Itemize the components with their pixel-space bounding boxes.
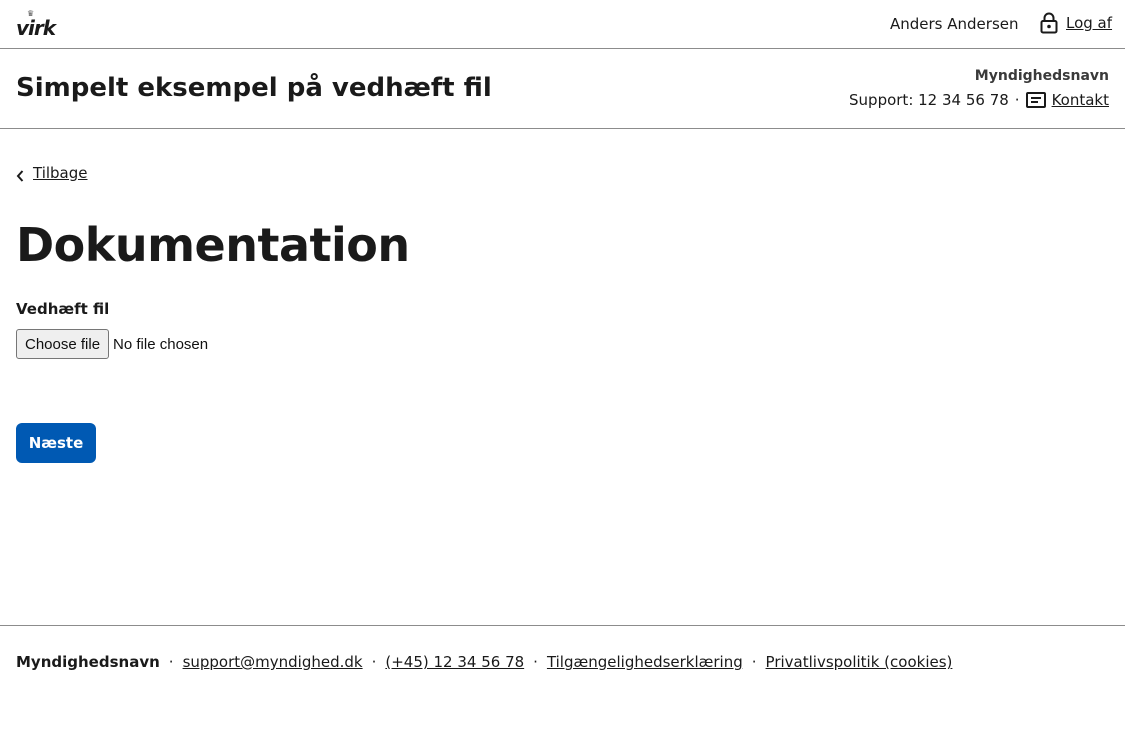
- footer-separator: ·: [533, 653, 538, 671]
- support-line: Support: 12 34 56 78 · Kontakt: [849, 91, 1109, 109]
- footer-link-email[interactable]: support@myndighed.dk: [183, 653, 363, 671]
- footer-separator: ·: [168, 653, 174, 671]
- choose-file-button[interactable]: Choose file: [16, 329, 110, 359]
- file-field-label: Vedhæft fil: [16, 300, 110, 318]
- support-text: Support: 12 34 56 78: [849, 91, 1009, 109]
- app-header: Simpelt eksempel på vedhæft fil Myndighe…: [0, 49, 1125, 129]
- authority-name: Myndighedsnavn: [974, 68, 1109, 84]
- file-input[interactable]: Choose file No file chosen: [16, 329, 208, 359]
- footer-separator: ·: [751, 653, 757, 671]
- contact-card-icon: [1025, 92, 1046, 108]
- footer-links: Myndighedsnavn · support@myndighed.dk · …: [16, 653, 952, 671]
- next-button[interactable]: Næste: [16, 423, 96, 463]
- separator-dot: ·: [1014, 91, 1020, 109]
- footer: Myndighedsnavn · support@myndighed.dk · …: [0, 625, 1125, 745]
- chevron-left-icon: [16, 167, 24, 182]
- file-status: No file chosen: [113, 335, 209, 353]
- footer-link-phone[interactable]: (+45) 12 34 56 78: [385, 653, 524, 671]
- app-title: Simpelt eksempel på vedhæft fil: [16, 73, 492, 103]
- back-link[interactable]: Tilbage: [33, 164, 88, 182]
- logout-button[interactable]: Log af: [1040, 12, 1112, 34]
- footer-separator: ·: [371, 653, 377, 671]
- user-name: Anders Andersen: [890, 15, 1019, 33]
- footer-authority: Myndighedsnavn: [16, 653, 160, 671]
- page-title: Dokumentation: [16, 218, 410, 272]
- footer-link-accessibility[interactable]: Tilgængelighedserklæring: [547, 653, 743, 671]
- logout-link[interactable]: Log af: [1066, 14, 1112, 32]
- footer-link-privacy[interactable]: Privatlivspolitik (cookies): [766, 653, 953, 671]
- contact-link[interactable]: Kontakt: [1052, 91, 1109, 109]
- virk-logo[interactable]: ♛ virk: [16, 9, 56, 40]
- back-button[interactable]: Tilbage: [16, 164, 88, 182]
- top-bar: ♛ virk Anders Andersen Log af: [0, 0, 1125, 49]
- lock-icon: [1040, 12, 1058, 34]
- logo-text: virk: [16, 16, 56, 40]
